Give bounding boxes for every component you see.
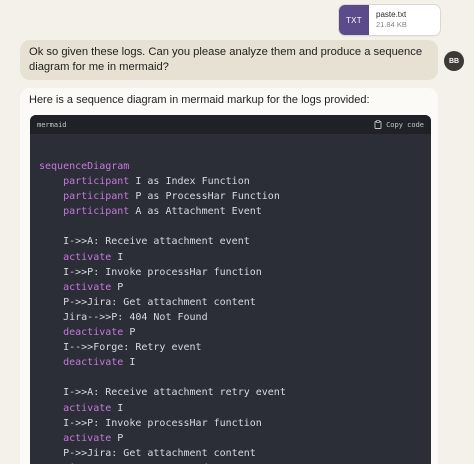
chat-page: TXT paste.txt 21.84 KB Ok so given these…	[0, 0, 474, 464]
code-line: I->>P: Invoke processHar function	[39, 416, 431, 431]
code-text: I as Index Function	[129, 176, 250, 188]
code-line: activate P	[39, 431, 431, 446]
code-line: I->>A: Receive attachment event	[39, 234, 431, 249]
code-keyword: deactivate	[63, 357, 124, 369]
code-line: activate I	[39, 401, 431, 416]
code-keyword: participant	[63, 191, 130, 203]
avatar[interactable]: BB	[444, 51, 464, 71]
code-line: I->>A: Receive attachment retry event	[39, 385, 431, 400]
code-text: I->>A: Receive attachment event	[63, 236, 250, 248]
code-line: Jira-->>P: 404 Not Found	[39, 310, 431, 325]
user-message-text: Ok so given these logs. Can you please a…	[29, 46, 423, 73]
code-line: deactivate P	[39, 325, 431, 340]
file-type-badge: TXT	[339, 5, 369, 35]
code-keyword: deactivate	[63, 327, 124, 339]
code-text: I-->>Forge: Retry event	[63, 342, 202, 354]
code-line: P->>Jira: Get attachment content	[39, 295, 431, 310]
code-line: I->>P: Invoke processHar function	[39, 265, 431, 280]
code-line: participant A as Attachment Event	[39, 204, 431, 219]
code-text: I->>P: Invoke processHar function	[63, 417, 262, 429]
code-text: I	[123, 357, 136, 369]
code-block-header: mermaid Copy code	[30, 115, 431, 134]
code-text: I	[111, 402, 124, 414]
attachment-meta: paste.txt 21.84 KB	[369, 10, 407, 30]
code-keyword: sequenceDiagram	[39, 161, 130, 172]
code-text: P	[111, 432, 124, 444]
attachment-card[interactable]: TXT paste.txt 21.84 KB	[338, 4, 441, 36]
code-line: activate P	[39, 280, 431, 295]
code-text: P->>Jira: Get attachment content	[63, 447, 256, 459]
code-text: I	[111, 251, 124, 263]
code-keyword: activate	[63, 402, 112, 414]
code-line: participant I as Index Function	[39, 174, 431, 189]
code-line: activate I	[39, 250, 431, 265]
code-line: deactivate I	[39, 355, 431, 370]
code-keyword: activate	[63, 432, 112, 444]
code-text: I->>A: Receive attachment retry event	[63, 387, 286, 399]
copy-code-label: Copy code	[386, 120, 424, 129]
code-text: P as ProcessHar Function	[129, 191, 280, 203]
code-text: A as Attachment Event	[129, 206, 262, 218]
code-content: sequenceDiagram participant I as Index F…	[30, 134, 431, 464]
code-text: I->>P: Invoke processHar function	[63, 266, 262, 278]
code-text: Jira-->>P: 404 Not Found	[63, 311, 208, 323]
code-text: P	[111, 281, 124, 293]
clipboard-icon	[374, 120, 382, 129]
user-message: Ok so given these logs. Can you please a…	[20, 40, 438, 80]
code-keyword: participant	[63, 206, 130, 218]
code-text: P->>Jira: Get attachment content	[63, 296, 256, 308]
attachment-size: 21.84 KB	[376, 20, 407, 29]
code-text: P	[123, 327, 136, 339]
code-keyword: activate	[63, 281, 112, 293]
code-line: I-->>Forge: Retry event	[39, 340, 431, 355]
code-line: participant P as ProcessHar Function	[39, 189, 431, 204]
code-line: P->>Jira: Get attachment content	[39, 446, 431, 461]
copy-code-button[interactable]: Copy code	[374, 120, 424, 129]
code-line: sequenceDiagram	[39, 159, 431, 174]
attachment-filename: paste.txt	[376, 10, 407, 19]
code-keyword: participant	[63, 176, 130, 188]
code-keyword: activate	[63, 251, 112, 263]
code-block: mermaid Copy code sequenceDiagram partic…	[30, 115, 431, 464]
code-language-label: mermaid	[37, 120, 67, 129]
assistant-intro-text: Here is a sequence diagram in mermaid ma…	[29, 94, 370, 106]
